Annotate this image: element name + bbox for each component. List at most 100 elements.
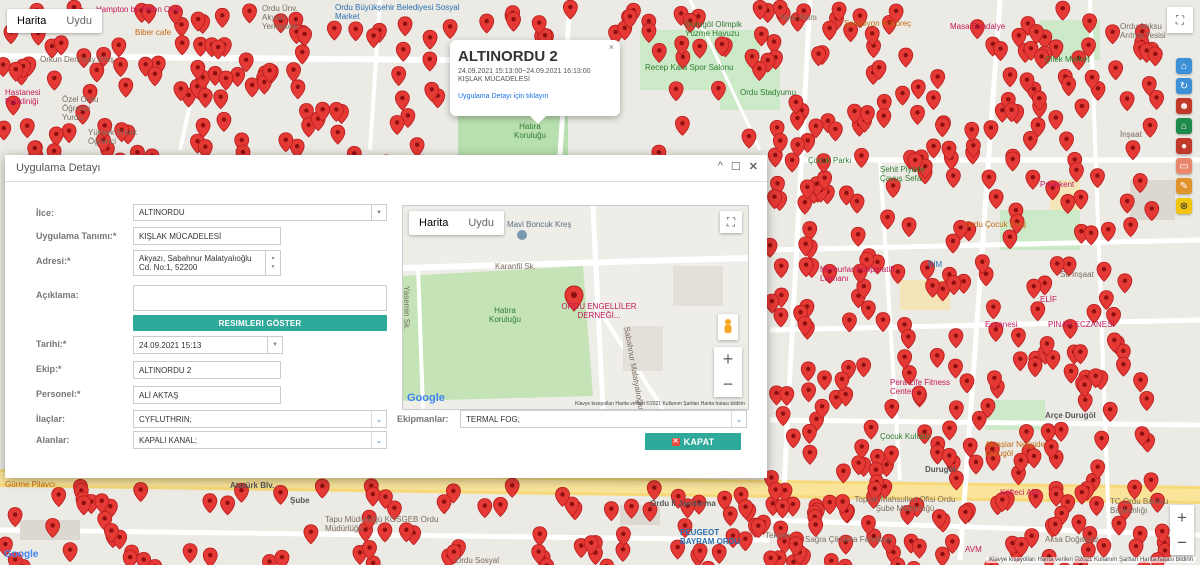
map-marker-dot: [947, 425, 952, 431]
fullscreen-icon[interactable]: ⛶: [1167, 7, 1193, 33]
map-marker-dot: [916, 84, 921, 89]
map-marker-dot: [657, 48, 662, 53]
chevron-down-icon[interactable]: ⌄: [371, 411, 386, 427]
map-marker-dot: [215, 44, 221, 50]
map-marker-dot: [773, 152, 778, 158]
map-marker-dot: [542, 33, 548, 38]
people-icon[interactable]: ☻: [1176, 98, 1192, 114]
map-marker-dot: [866, 520, 871, 525]
personel-input[interactable]: ALİ AKTAŞ: [133, 386, 281, 404]
map-marker-dot: [1124, 96, 1130, 101]
minimap-footer[interactable]: Klavye kısayolları Harita verileri ©2021…: [575, 401, 745, 407]
pin-icon[interactable]: ●: [1176, 138, 1192, 154]
map-marker-dot: [841, 468, 846, 474]
chevron-down-icon[interactable]: ⌄: [731, 411, 746, 427]
alanlar-multiselect[interactable]: KAPALI KANAL; ⌄: [133, 431, 387, 449]
map-marker-dot: [954, 405, 959, 410]
map-marker-dot: [773, 487, 778, 492]
map-label: Köfteci Aliş: [1000, 488, 1040, 497]
close-icon[interactable]: ⊗: [1176, 198, 1192, 214]
map-marker-dot: [774, 390, 779, 396]
personel-label: Personel:*: [36, 389, 81, 399]
map-marker-dot: [178, 86, 184, 91]
map-marker-dot: [1016, 332, 1021, 338]
ilce-select[interactable]: ALTINORDU ▼: [133, 204, 387, 221]
ekipmanlar-multiselect[interactable]: TERMAL FOG; ⌄: [460, 410, 747, 428]
map-marker-dot: [777, 4, 783, 10]
map-marker-dot: [722, 495, 727, 501]
ekip-input[interactable]: ALTINORDU 2: [133, 361, 281, 379]
kapat-button[interactable]: ✕ KAPAT: [645, 433, 741, 450]
zoom-in-button[interactable]: +: [1177, 505, 1187, 530]
map-marker-dot: [1116, 520, 1122, 526]
street-view-icon[interactable]: [718, 314, 738, 340]
map-marker-dot: [1086, 42, 1091, 48]
map-marker-dot: [291, 67, 296, 72]
map-marker-dot: [198, 42, 203, 47]
map-marker-dot: [807, 450, 813, 455]
map-marker-dot: [784, 391, 790, 396]
map-marker-dot: [676, 494, 681, 499]
map-footer[interactable]: Klavye kısayolları Harita verileri ©2021…: [986, 557, 1196, 563]
collapse-icon[interactable]: ^: [718, 160, 723, 173]
tarih-picker[interactable]: 24.09.2021 15:13 ▼: [133, 336, 283, 354]
dialog-titlebar[interactable]: Uygulama Detayı ^ ☐ ✕: [5, 155, 767, 182]
adres-label: Adresi:*: [36, 256, 71, 266]
map-marker-dot: [833, 126, 838, 132]
personel-value: ALİ AKTAŞ: [139, 390, 179, 400]
zoom-out-button[interactable]: −: [1177, 530, 1187, 555]
map-marker-dot: [1083, 397, 1088, 403]
map-marker-dot: [1031, 283, 1037, 289]
bank-icon[interactable]: ⌂: [1176, 118, 1192, 134]
map-marker-dot: [304, 108, 309, 113]
wrench-icon[interactable]: ✎: [1176, 178, 1192, 194]
map-label: PINAR ECZANESİ: [1048, 320, 1115, 329]
aciklama-textarea[interactable]: [133, 285, 387, 311]
resimleri-goster-button[interactable]: RESIMLERI GÖSTER: [133, 315, 387, 331]
detail-dialog: Uygulama Detayı ^ ☐ ✕ İlce: ALTINORDU ▼ …: [5, 155, 767, 478]
map-marker-dot: [875, 259, 880, 265]
map-type-toggle[interactable]: Harita Uydu: [7, 9, 103, 33]
chevron-down-icon[interactable]: ⌄: [371, 432, 386, 448]
map-marker-dot: [511, 17, 516, 22]
adres-textarea[interactable]: Akyazı, Sabahnur Malatyalıoğlu Cd. No:1,…: [133, 250, 281, 276]
fullscreen-icon[interactable]: ⛶: [720, 211, 742, 233]
uygulama-input[interactable]: KIŞLAK MÜCADELESİ: [133, 227, 281, 245]
scrollbar[interactable]: ▲ ▼: [265, 251, 280, 275]
chevron-down-icon[interactable]: ▼: [267, 337, 282, 353]
map-marker-dot: [102, 123, 107, 128]
map-marker-dot: [865, 110, 870, 115]
map-marker-dot: [195, 65, 200, 70]
map-marker-dot: [1112, 337, 1117, 343]
minimap-type-uydu[interactable]: Uydu: [458, 211, 504, 235]
ilaclar-multiselect[interactable]: CYFLUTHRIN; ⌄: [133, 410, 387, 428]
map-marker-dot: [836, 6, 842, 12]
map-marker-dot: [678, 11, 684, 16]
info-detail-link[interactable]: Uygulama Detayı için tıklayın: [458, 93, 612, 100]
map-marker-dot: [32, 145, 37, 151]
map-marker-dot: [779, 263, 784, 268]
close-icon[interactable]: ✕: [749, 160, 758, 173]
map-type-uydu[interactable]: Uydu: [56, 9, 102, 33]
map-marker-dot: [915, 110, 920, 115]
map-marker-dot: [249, 82, 255, 88]
home-icon[interactable]: ⌂: [1176, 58, 1192, 74]
layer-icon[interactable]: ▭: [1176, 158, 1192, 174]
map-marker-dot: [798, 310, 803, 315]
map-marker-dot: [1079, 229, 1084, 234]
minimap-type-harita[interactable]: Harita: [409, 211, 458, 235]
maximize-icon[interactable]: ☐: [731, 160, 741, 173]
minimap-type-toggle[interactable]: Harita Uydu: [409, 211, 505, 235]
info-close-button[interactable]: ×: [609, 42, 614, 52]
zoom-in-button[interactable]: +: [723, 347, 734, 372]
map-marker-dot: [1010, 156, 1015, 162]
map-marker-dot: [931, 143, 936, 149]
map-label: Ordu Stadyumu: [740, 88, 797, 97]
map-marker-dot: [138, 487, 143, 492]
location-mini-map[interactable]: Harita Uydu ⛶ Mavi Boncuk Kreş Karanfil …: [402, 205, 749, 410]
map-type-harita[interactable]: Harita: [7, 9, 56, 33]
map-marker-dot: [791, 559, 796, 564]
zoom-out-button[interactable]: −: [723, 372, 734, 397]
refresh-icon[interactable]: ↻: [1176, 78, 1192, 94]
map-marker-dot: [906, 222, 912, 227]
